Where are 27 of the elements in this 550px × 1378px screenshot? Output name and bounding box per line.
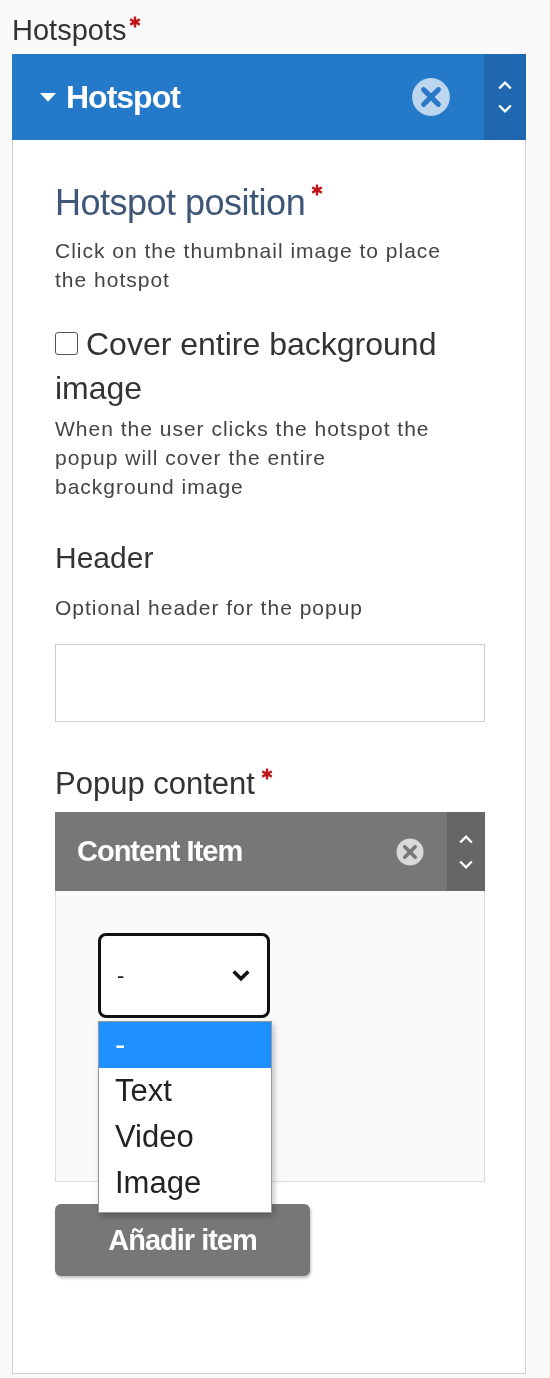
dropdown-option[interactable]: Text xyxy=(99,1068,271,1114)
select-value: - xyxy=(117,962,125,989)
section-title: Hotspot position xyxy=(55,182,306,224)
field-label: Header xyxy=(55,541,155,575)
checkbox-label[interactable]: Cover entire background image xyxy=(55,322,475,410)
dropdown-option[interactable]: Video xyxy=(99,1114,271,1160)
move-down-icon[interactable] xyxy=(498,104,512,114)
field-description: When the user clicks the hotspot the popup will cover the entire background image xyxy=(55,416,431,500)
type-select[interactable]: - xyxy=(98,933,270,1018)
field-description: Optional header for the popup xyxy=(55,595,365,621)
header-input-field[interactable] xyxy=(55,644,485,722)
item-header[interactable]: Content Item xyxy=(55,812,485,891)
close-icon[interactable] xyxy=(410,76,452,118)
group-header[interactable]: Hotspot xyxy=(12,54,526,140)
move-up-icon[interactable] xyxy=(459,833,473,844)
field-description: Click on the thumbnail image to place the hotspot xyxy=(55,238,443,293)
checkbox[interactable] xyxy=(55,332,78,355)
dropdown-option[interactable]: Image xyxy=(99,1160,271,1206)
close-icon[interactable] xyxy=(395,836,425,867)
field-label: Popup content xyxy=(55,766,255,802)
item-title: Content Item xyxy=(77,835,244,868)
add-item-button[interactable]: Añadir item xyxy=(55,1204,310,1276)
chevron-down-icon xyxy=(231,969,251,982)
group-title: Hotspot xyxy=(66,78,182,116)
field-label: Hotspots xyxy=(12,14,127,47)
move-down-icon[interactable] xyxy=(459,859,473,870)
move-up-icon[interactable] xyxy=(498,80,512,90)
